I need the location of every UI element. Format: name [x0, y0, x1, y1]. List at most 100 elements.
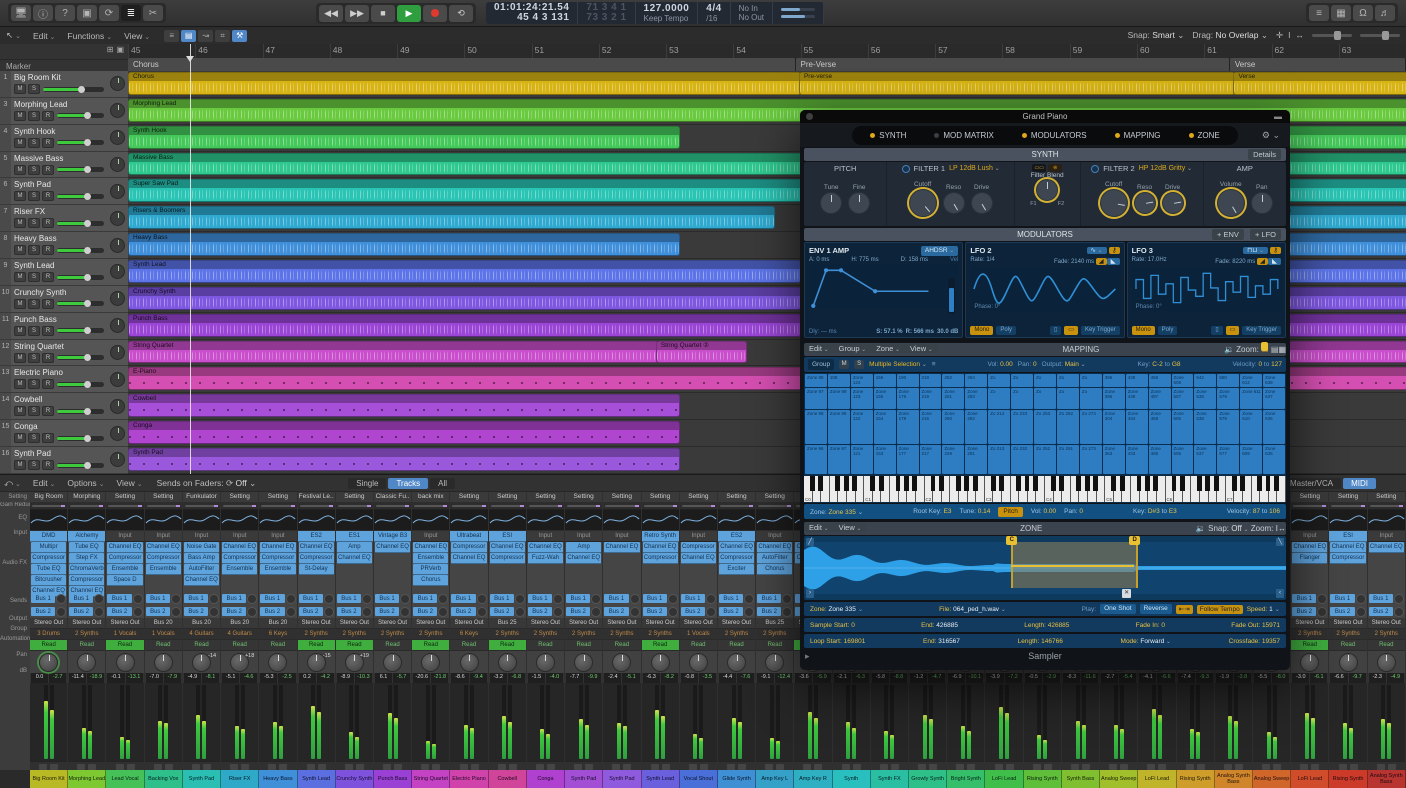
input-slot[interactable]: ES2 — [718, 531, 755, 542]
back-icon[interactable]: ⤺ — [4, 478, 21, 489]
send-slot[interactable]: Bus 1 — [490, 594, 514, 603]
strip-setting-button[interactable]: Setting — [1368, 492, 1405, 503]
zone-cell[interactable]: Zone 121 — [851, 445, 873, 474]
channel-strip-18[interactable]: SettingInputCompressorChannel EQBus 1Bus… — [680, 492, 718, 772]
s-button[interactable]: S — [28, 165, 40, 175]
strip-setting-button[interactable]: Setting — [489, 492, 526, 503]
mixer-track-name[interactable]: Rising Synth — [1329, 770, 1367, 788]
send-knob[interactable] — [477, 594, 487, 604]
track-header-electric-piano[interactable]: 13Electric PianoMSR — [0, 366, 128, 393]
s-button[interactable]: S — [28, 218, 40, 228]
send-knob[interactable] — [362, 594, 372, 604]
snap-setting[interactable]: Snap: Smart ⌄ — [1128, 30, 1185, 41]
pan-knob[interactable] — [110, 130, 125, 145]
pan-knob[interactable] — [498, 653, 517, 672]
tab-mapping[interactable]: MAPPING — [1103, 128, 1173, 143]
plugin-title-bar[interactable]: Grand Piano ▬ — [800, 110, 1290, 123]
r-button[interactable]: R — [42, 111, 54, 121]
loop-start-marker[interactable]: C — [1006, 536, 1017, 545]
lfo3-sync-icon[interactable]: ⚷ — [1270, 247, 1281, 254]
r-button[interactable]: R — [42, 353, 54, 363]
send-knob[interactable] — [744, 594, 754, 604]
automation-slot[interactable]: Read — [259, 640, 296, 651]
eq-thumbnail[interactable] — [1368, 510, 1405, 531]
fx-slot[interactable]: Chorus — [413, 575, 448, 586]
s-button[interactable]: S — [28, 406, 40, 416]
group-slot[interactable]: 2 Synths — [642, 629, 679, 640]
channel-strip-10[interactable]: Classic Fu..Vintage B3Channel EQBus 1Bus… — [374, 492, 412, 772]
send-slot[interactable]: Bus 1 — [260, 594, 284, 603]
zone-cell[interactable]: Zo — [1034, 374, 1056, 387]
black-key[interactable] — [1025, 476, 1030, 491]
zone-cell[interactable]: 156 — [874, 374, 896, 387]
automation-slot[interactable]: Read — [30, 640, 67, 651]
mixer-track-name[interactable]: Backing Vox — [145, 770, 183, 788]
send-slot[interactable]: Bus 1 — [1369, 594, 1393, 603]
mixer-track-name[interactable]: Bright Synth — [947, 770, 985, 788]
lfo2-mode-b[interactable]: ▭ — [1064, 326, 1078, 335]
track-header-riser-fx[interactable]: 7Riser FXMSR — [0, 205, 128, 232]
eq-thumbnail[interactable] — [680, 510, 717, 531]
fx-slot[interactable]: Step FX — [69, 553, 104, 564]
send-slot[interactable]: Bus 2 — [604, 607, 628, 616]
input-slot[interactable]: Input — [680, 531, 717, 542]
channel-strip-34[interactable]: SettingInputChannel EQFlangerBus 1Bus 2S… — [1291, 492, 1329, 772]
fx-slot[interactable]: Ensemble — [413, 553, 448, 564]
channel-strip-14[interactable]: SettingInputChannel EQFuzz-WahBus 1Bus 2… — [527, 492, 565, 772]
arrange-icon-1[interactable]: ▤ — [181, 30, 196, 42]
region-pre-verse[interactable]: Pre-verse — [799, 72, 1236, 95]
mixer-track-name[interactable]: Conga — [527, 770, 565, 788]
mixer-track-name[interactable]: Synth Pad — [565, 770, 603, 788]
minimize-icon[interactable]: ▬ — [1274, 112, 1282, 121]
eq-thumbnail[interactable] — [336, 510, 373, 531]
channel-strip-11[interactable]: back mixInputChannel EQEnsemblePRVerbCho… — [412, 492, 450, 772]
pan-knob[interactable] — [268, 653, 287, 672]
one-shot-button[interactable]: One Shot — [1100, 604, 1135, 614]
group-slot[interactable]: 2 Synths — [718, 629, 755, 640]
pointer-tool-icon[interactable]: ↖ — [6, 30, 21, 41]
zone-cell[interactable]: Zo 274 — [1080, 410, 1102, 444]
zone-cell[interactable]: Zo — [988, 388, 1010, 409]
black-key[interactable] — [991, 476, 996, 491]
fx-slot[interactable]: Channel EQ — [299, 542, 334, 553]
send-slot[interactable]: Bus 1 — [31, 594, 55, 603]
automation-slot[interactable]: Read — [756, 640, 793, 651]
channel-strip-2[interactable]: MorphingAlchemyTube EQStep FXChromaVerbC… — [68, 492, 106, 772]
mapping-menu-edit[interactable]: Edit — [804, 344, 834, 353]
group-slot[interactable]: 2 Synths — [412, 629, 449, 640]
reso-knob[interactable]: Reso — [943, 184, 965, 214]
group-slot[interactable]: 1 Vocals — [145, 629, 182, 640]
automation-slot[interactable]: Read — [680, 640, 717, 651]
zone-cell[interactable]: Zone 122 — [851, 410, 873, 444]
send-knob[interactable] — [515, 594, 525, 604]
lcd-display[interactable]: 01:01:24:21.54 45 4 3 131 71 3 4 1 73 3 … — [486, 2, 824, 24]
mixer-track-name[interactable]: Riser FX — [221, 770, 259, 788]
send-knob[interactable] — [400, 607, 410, 617]
fx-slot[interactable]: Channel EQ — [566, 553, 601, 564]
m-button[interactable]: M — [14, 299, 26, 309]
zone-cell[interactable]: Zone 154 — [874, 410, 896, 444]
m-button[interactable]: M — [14, 245, 26, 255]
sends-on-faders[interactable]: Sends on Faders: ⟳ Off ⌄ — [157, 478, 257, 489]
channel-strip-3[interactable]: SettingInputChannel EQCompressorEnsemble… — [106, 492, 144, 772]
pan-knob[interactable] — [421, 653, 440, 672]
pan-knob[interactable] — [383, 653, 402, 672]
black-key[interactable] — [896, 476, 901, 491]
zone-speaker-icon[interactable]: 🔉 — [1196, 524, 1206, 533]
zone-cell[interactable]: 252 — [942, 374, 964, 387]
strip-setting-button[interactable]: Setting — [259, 492, 296, 503]
pan-knob[interactable] — [110, 184, 125, 199]
fx-slot[interactable]: Channel EQ — [681, 553, 716, 564]
pitch-button[interactable]: Pitch — [998, 507, 1022, 517]
toolbar-icon-6[interactable]: ✂ — [143, 5, 163, 21]
strip-setting-button[interactable]: Setting — [680, 492, 717, 503]
group-slot[interactable]: 2 Synths — [374, 629, 411, 640]
track-header-big-room-kit[interactable]: 1Big Room KitMS — [0, 71, 128, 98]
channel-strip-6[interactable]: SettingInputChannel EQCompressorEnsemble… — [221, 492, 259, 772]
black-key[interactable] — [1240, 476, 1245, 491]
strip-setting-button[interactable]: Setting — [756, 492, 793, 503]
fade-out-handle[interactable]: ╲ — [1276, 538, 1284, 546]
volume-slider[interactable] — [57, 355, 104, 360]
region-string-quartet[interactable]: String Quartet — [128, 341, 658, 364]
fx-slot[interactable]: Fuzz-Wah — [528, 553, 563, 564]
